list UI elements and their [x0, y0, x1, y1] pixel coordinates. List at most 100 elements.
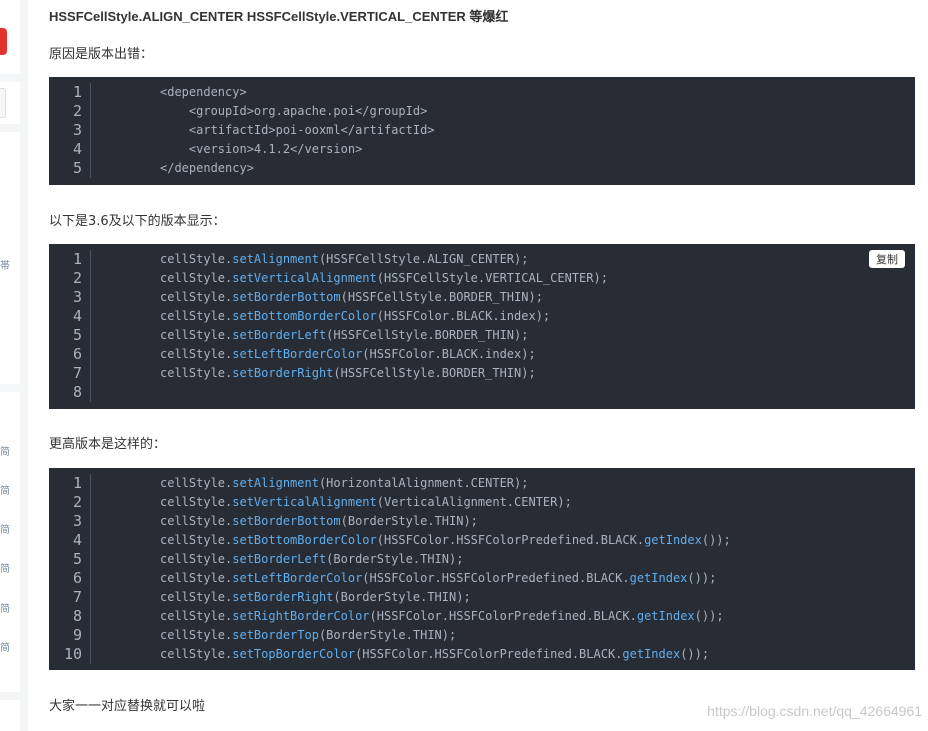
code-block-old-api: 12345678 cellStyle.setAlignment(HSSFCell… — [49, 244, 915, 409]
sidebar-glyph: 帯 — [0, 261, 10, 272]
code-token: (HSSFCellStyle.BORDER_THIN); — [333, 366, 536, 380]
code-lines: cellStyle.setAlignment(HSSFCellStyle.ALI… — [160, 250, 608, 402]
line-number: 10 — [63, 645, 82, 663]
code-token: (HSSFColor.BLACK.index); — [376, 309, 551, 323]
code-token: (HorizontalAlignment.CENTER); — [318, 476, 529, 490]
code-token: cellStyle. — [160, 495, 233, 509]
code-token: cellStyle. — [160, 609, 233, 623]
code-token: (HSSFColor.HSSFColorPredefined.BLACK. — [355, 647, 623, 661]
code-method: getIndex — [629, 571, 688, 585]
line-number-gutter: 12345 — [49, 83, 91, 178]
code-token: <artifactId>poi-ooxml</artifactId> — [160, 123, 435, 137]
line-number: 8 — [72, 607, 82, 625]
code-method: setBorderLeft — [232, 328, 327, 342]
code-line: cellStyle.setBorderBottom(HSSFCellStyle.… — [160, 288, 608, 307]
code-line: cellStyle.setBorderRight(BorderStyle.THI… — [160, 588, 731, 607]
code-line: <version>4.1.2</version> — [160, 140, 435, 159]
sidebar-search-box[interactable] — [0, 88, 6, 118]
line-number: 2 — [72, 493, 82, 511]
code-block-dependency: 12345 <dependency> <groupId>org.apache.p… — [49, 77, 915, 185]
code-method: setLeftBorderColor — [232, 347, 363, 361]
code-method: setTopBorderColor — [232, 647, 356, 661]
article-heading: HSSFCellStyle.ALIGN_CENTER HSSFCellStyle… — [49, 9, 509, 24]
line-number: 5 — [72, 159, 82, 177]
code-token: cellStyle. — [160, 514, 233, 528]
paragraph-cause: 原因是版本出错： — [49, 47, 154, 62]
code-token: cellStyle. — [160, 366, 233, 380]
code-method: setBottomBorderColor — [232, 533, 377, 547]
code-token: cellStyle. — [160, 476, 233, 490]
code-token: <dependency> — [160, 85, 247, 99]
line-number-gutter: 1 2 3 4 5 6 7 8 9 10 — [49, 474, 91, 664]
sidebar-list-link[interactable]: 简 — [0, 443, 10, 458]
code-line: cellStyle.setRightBorderColor(HSSFColor.… — [160, 607, 731, 626]
line-number: 2 — [72, 102, 82, 120]
code-method: setRightBorderColor — [232, 609, 370, 623]
code-method: setBorderRight — [232, 590, 334, 604]
code-method: setAlignment — [232, 476, 319, 490]
sidebar-list-link[interactable]: 简 — [0, 521, 10, 536]
code-token: cellStyle. — [160, 628, 233, 642]
code-token: (HSSFCellStyle.BORDER_THIN); — [326, 328, 529, 342]
code-token: cellStyle. — [160, 328, 233, 342]
code-method: getIndex — [622, 647, 681, 661]
line-number: 7 — [72, 364, 82, 382]
code-token: (VerticalAlignment.CENTER); — [376, 495, 572, 509]
code-token: cellStyle. — [160, 347, 233, 361]
code-token: ()); — [680, 647, 710, 661]
sidebar-red-button[interactable] — [0, 28, 7, 55]
line-number-gutter: 12345678 — [49, 250, 91, 402]
sidebar-list-link[interactable]: 简 — [0, 639, 10, 654]
code-token: cellStyle. — [160, 647, 233, 661]
code-line: <groupId>org.apache.poi</groupId> — [160, 102, 435, 121]
line-number: 2 — [72, 269, 82, 287]
code-line: cellStyle.setBorderLeft(BorderStyle.THIN… — [160, 550, 731, 569]
csdn-watermark: https://blog.csdn.net/qq_42664961 — [707, 703, 922, 719]
line-number: 1 — [72, 83, 82, 101]
code-line: cellStyle.setLeftBorderColor(HSSFColor.H… — [160, 569, 731, 588]
article-body: HSSFCellStyle.ALIGN_CENTER HSSFCellStyle… — [28, 0, 928, 731]
code-method: setBorderTop — [232, 628, 319, 642]
code-token: cellStyle. — [160, 309, 233, 323]
line-number: 3 — [72, 512, 82, 530]
sidebar-list-link[interactable]: 简 — [0, 600, 10, 615]
code-token: (HSSFCellStyle.BORDER_THIN); — [340, 290, 543, 304]
code-line: </dependency> — [160, 159, 435, 178]
code-token: <version>4.1.2</version> — [160, 142, 363, 156]
code-token: (HSSFColor.BLACK.index); — [362, 347, 536, 361]
code-token: (HSSFColor.HSSFColorPredefined.BLACK. — [376, 533, 645, 547]
paragraph-old-version: 以下是3.6及以下的版本显示： — [49, 214, 226, 229]
code-token: <groupId>org.apache.poi</groupId> — [160, 104, 428, 118]
code-line: cellStyle.setBorderTop(BorderStyle.THIN)… — [160, 626, 731, 645]
code-token: (BorderStyle.THIN); — [318, 628, 457, 642]
code-line: <artifactId>poi-ooxml</artifactId> — [160, 121, 435, 140]
paragraph-new-version: 更高版本是这样的： — [49, 437, 167, 452]
code-token: ()); — [687, 571, 717, 585]
sidebar-panel-bottom — [0, 700, 20, 731]
code-token: cellStyle. — [160, 590, 233, 604]
code-line: cellStyle.setVerticalAlignment(VerticalA… — [160, 493, 731, 512]
code-line: <dependency> — [160, 83, 435, 102]
code-lines: cellStyle.setAlignment(HorizontalAlignme… — [160, 474, 731, 664]
code-token: cellStyle. — [160, 571, 233, 585]
line-number: 8 — [72, 383, 82, 401]
code-line: cellStyle.setLeftBorderColor(HSSFColor.B… — [160, 345, 608, 364]
line-number: 5 — [72, 326, 82, 344]
line-number: 6 — [72, 345, 82, 363]
copy-button[interactable]: 复制 — [869, 250, 905, 268]
code-method: setBottomBorderColor — [232, 309, 377, 323]
code-token: ()); — [694, 609, 724, 623]
code-token: (HSSFCellStyle.ALIGN_CENTER); — [318, 252, 529, 266]
code-method: getIndex — [636, 609, 695, 623]
paragraph-conclusion: 大家一一对应替换就可以啦 — [49, 699, 206, 714]
code-method: setBorderBottom — [232, 514, 341, 528]
sidebar-list-link[interactable]: 简 — [0, 560, 10, 575]
code-line: cellStyle.setVerticalAlignment(HSSFCellS… — [160, 269, 608, 288]
code-token: (BorderStyle.THIN); — [340, 514, 478, 528]
code-token: (HSSFCellStyle.VERTICAL_CENTER); — [376, 271, 608, 285]
code-method: setBorderRight — [232, 366, 334, 380]
code-line: cellStyle.setAlignment(HSSFCellStyle.ALI… — [160, 250, 608, 269]
line-number: 4 — [72, 140, 82, 158]
sidebar-list-link[interactable]: 简 — [0, 482, 10, 497]
